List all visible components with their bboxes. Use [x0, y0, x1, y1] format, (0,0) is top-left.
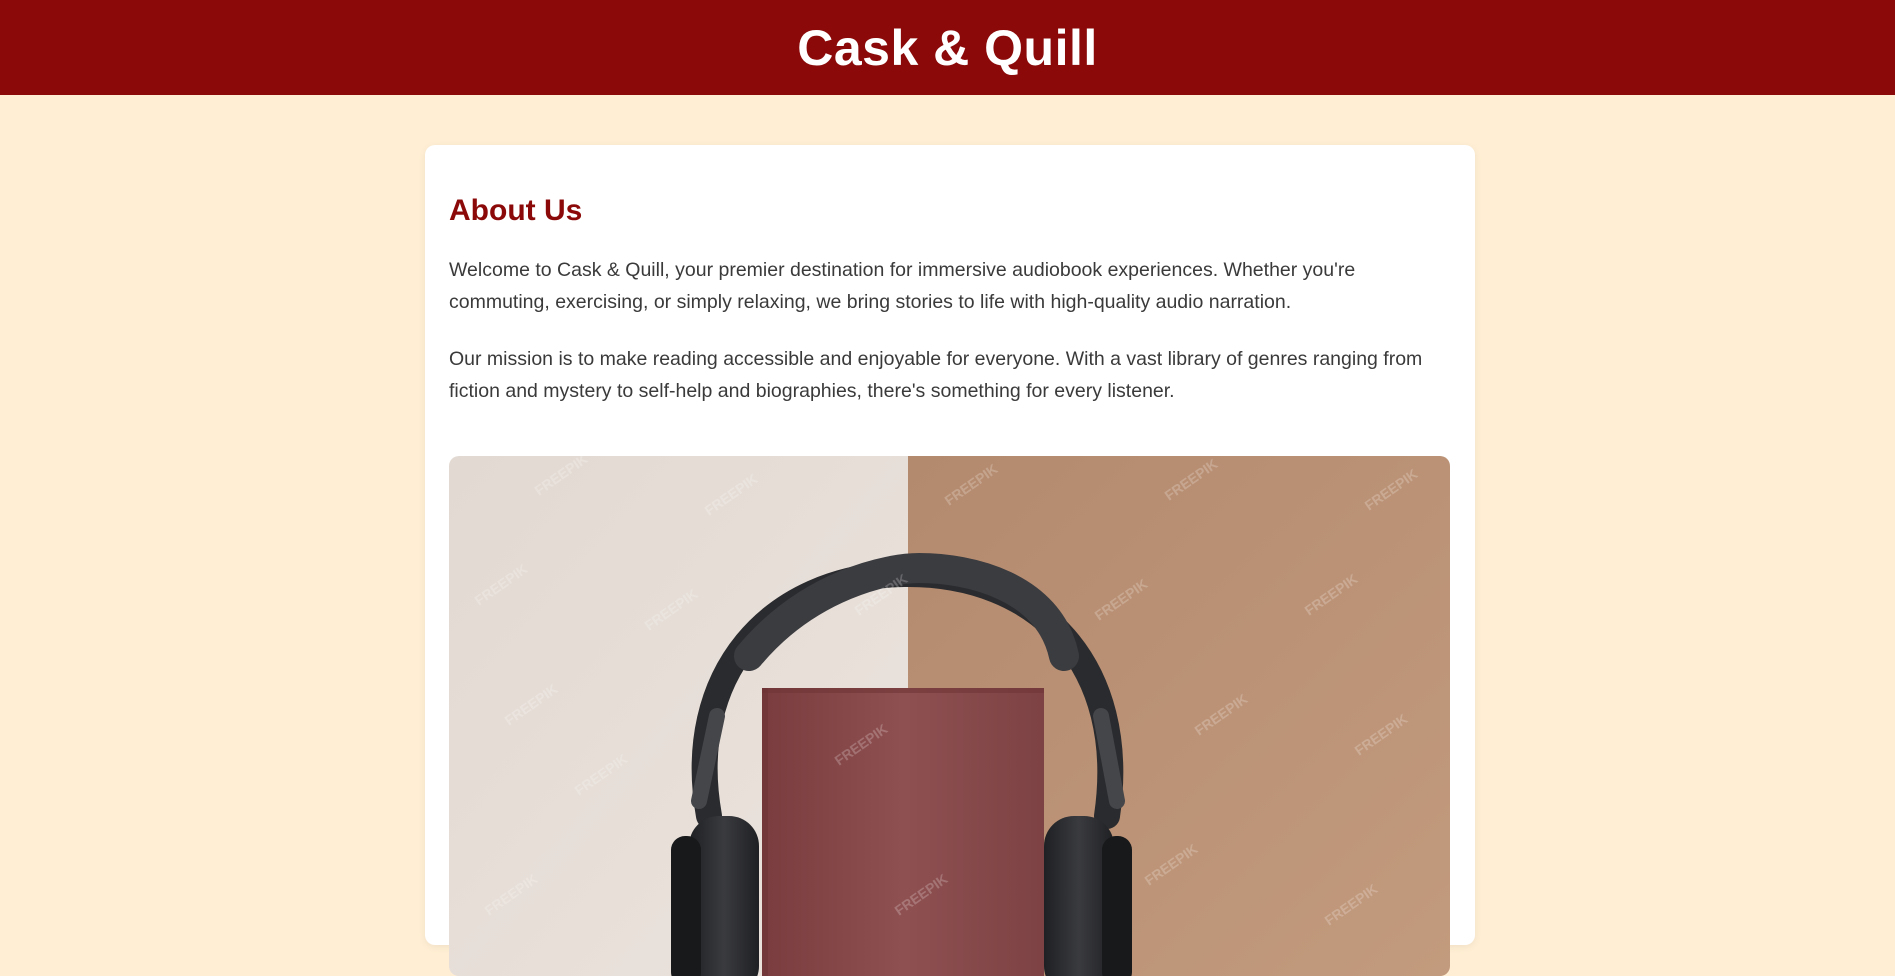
about-heading: About Us	[449, 194, 583, 227]
about-paragraph-mission: Our mission is to make reading accessibl…	[449, 348, 1423, 402]
site-title: Cask & Quill	[797, 19, 1098, 76]
hero-image: FREEPIK FREEPIK FREEPIK FREEPIK FREEPIK …	[449, 456, 1450, 976]
book-icon	[762, 688, 1044, 976]
about-card: About Us Welcome to Cask & Quill, your p…	[425, 145, 1475, 976]
site-header: Cask & Quill	[0, 0, 1895, 95]
about-paragraph-welcome: Welcome to Cask & Quill, your premier de…	[449, 259, 1356, 313]
